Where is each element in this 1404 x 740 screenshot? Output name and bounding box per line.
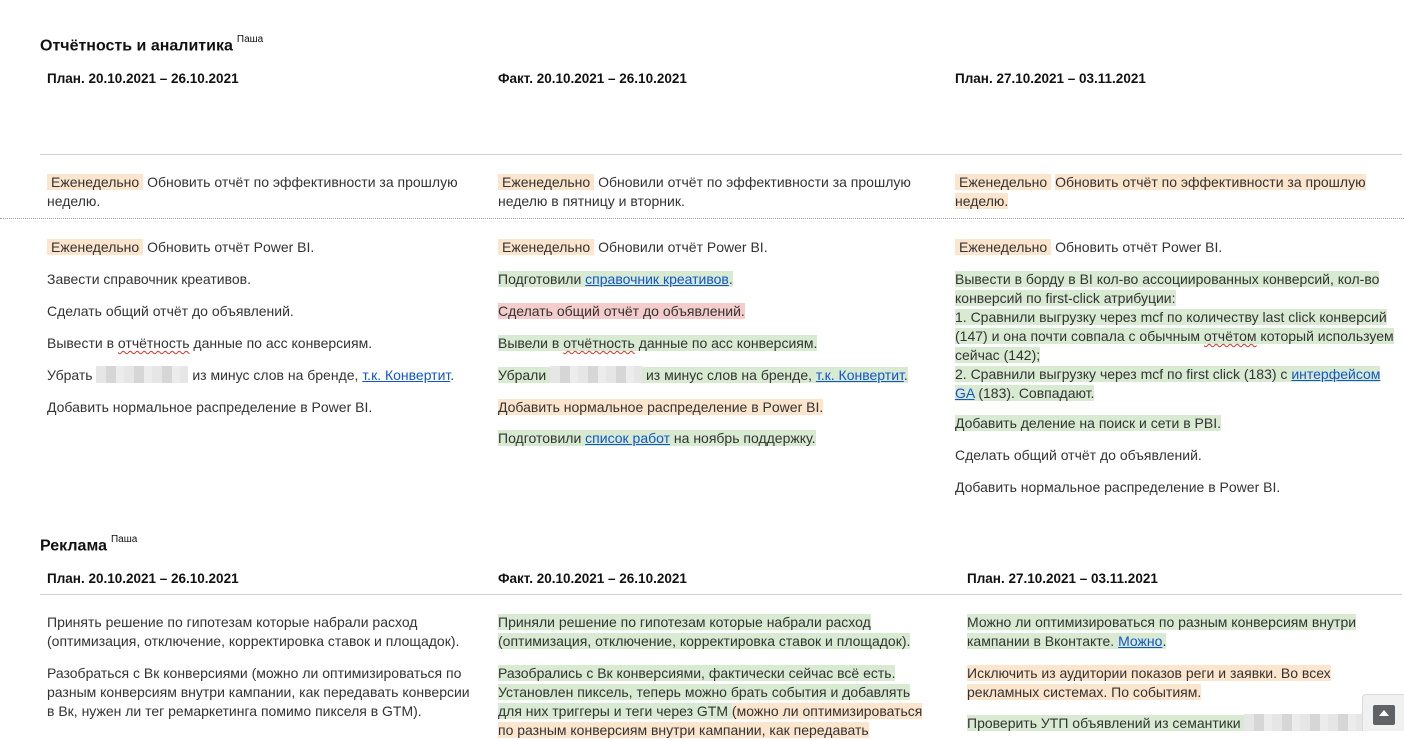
link-creatives-directory[interactable]: справочник креативов [585,271,729,287]
s1-c3-p5: Добавить нормальное распределение в Powe… [955,479,1281,495]
s1-c3-p4: Сделать общий отчёт до объявлений. [955,447,1202,463]
col-head-next-plan: План. 27.10.2021 – 03.11.2021 [967,571,1158,586]
s1-c3-p3: Добавить деление на поиск и сети в PBI. [955,415,1221,431]
arrow-up-icon [1373,705,1395,725]
col-head-fact: Факт. 20.10.2021 – 26.10.2021 [498,71,687,86]
redacted-text [96,366,189,383]
s1-c1-p4: Вывести в отчётность данные по асс конве… [47,335,373,351]
s1-c2-p2: Подготовили справочник креативов. [498,271,733,287]
s2-c2-p1: Приняли решение по гипотезам которые наб… [498,614,911,649]
s1-c2-p3: Сделать общий отчёт до объявлений. [498,303,745,319]
s1-c1-p1: Еженедельно Обновить отчёт Power BI. [47,238,467,257]
s1-c1-p5: Убрать из минус слов на бренде, т.к. Кон… [47,366,455,383]
link-konvertit[interactable]: т.к. Конвертит [362,367,450,383]
s2-c2-p2: Разобрались с Вк конверсиями, фактически… [498,665,923,738]
scroll-to-top-button[interactable] [1362,694,1404,731]
divider [40,154,1402,155]
s1-c3-row1: Еженедельно Обновить отчёт по эффективно… [955,174,1366,209]
s2-c1-p2: Разобраться с Вк конверсиями (можно ли о… [47,665,470,719]
row-divider [0,218,1404,219]
author-label: Паша [236,34,264,45]
s1-c2-row1: Еженедельно Обновили отчёт по эффективно… [498,174,911,209]
weekly-tag: Еженедельно [47,174,144,190]
s1-c3-p2: Вывести в борду в BI кол-во ассоциирован… [955,271,1394,401]
s2-c1-p1: Принять решение по гипотезам которые наб… [47,614,460,649]
col-head-plan: План. 20.10.2021 – 26.10.2021 [47,571,239,586]
weekly-tag: Еженедельно [955,174,1052,190]
col-head-fact: Факт. 20.10.2021 – 26.10.2021 [498,571,687,586]
s1-c1-row1: Еженедельно Обновить отчёт по эффективно… [47,174,458,209]
link-konvertit[interactable]: т.к. Конвертит [816,367,904,383]
s1-c3-p1: Еженедельно Обновить отчёт Power BI. [955,238,1395,257]
redacted-text [550,366,643,383]
col-head-plan: План. 20.10.2021 – 26.10.2021 [47,71,239,86]
author-label: Паша [110,534,138,545]
s1-c1-p2: Завести справочник креативов. [47,271,252,287]
weekly-tag: Еженедельно [498,174,595,190]
link-possible[interactable]: Можно [1118,633,1162,649]
s1-c1-p6: Добавить нормальное распределение в Powe… [47,399,373,415]
link-work-list[interactable]: список работ [585,430,670,446]
s2-c3-p2: Исключить из аудитории показов реги и за… [967,665,1331,700]
weekly-tag: Еженедельно [498,239,595,255]
weekly-tag: Еженедельно [955,239,1052,255]
s1-c1-p3: Сделать общий отчёт до объявлений. [47,303,294,319]
col-head-next-plan: План. 27.10.2021 – 03.11.2021 [955,71,1146,86]
s2-c3-p1: Можно ли оптимизироваться по разным конв… [967,614,1357,649]
s1-c2-p1: Еженедельно Обновили отчёт Power BI. [498,238,918,257]
s1-c2-p7: Подготовили список работ на ноябрь подде… [498,430,816,446]
section-title-ads: Реклама Паша [40,534,138,555]
s2-c3-p3: Проверить УТП объявлений из семантики [967,714,1385,733]
divider [40,594,1402,595]
section-title-reporting: Отчётность и аналитика Паша [40,34,264,55]
s1-c2-p4: Вывели в отчётность данные по асс конвер… [498,335,818,351]
s1-c2-p6: Добавить нормальное распределение в Powe… [498,399,824,415]
s1-c2-p5: Убрали из минус слов на бренде, т.к. Кон… [498,366,908,383]
weekly-tag: Еженедельно [47,239,144,255]
